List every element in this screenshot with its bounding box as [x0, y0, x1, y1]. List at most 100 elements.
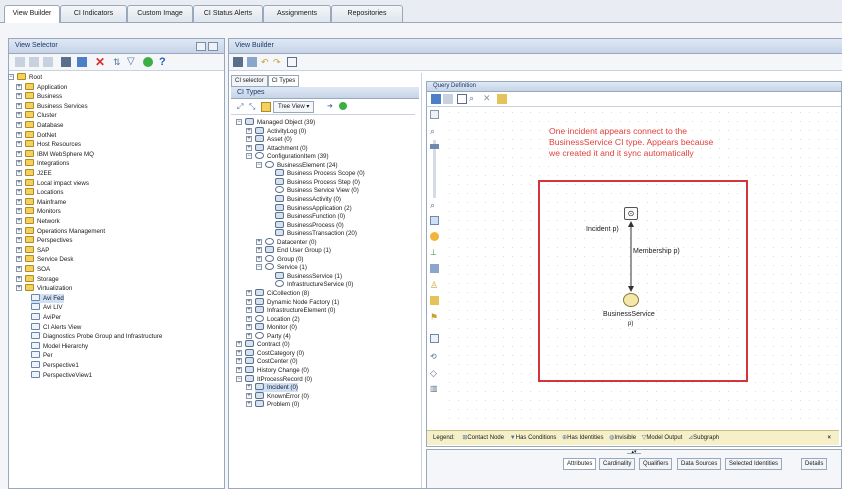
- business-service-node-icon[interactable]: [623, 293, 639, 307]
- business-service-node-label[interactable]: BusinessService: [603, 311, 655, 318]
- tree-item[interactable]: + Virtualization: [16, 284, 72, 293]
- tree-item[interactable]: + Database: [16, 121, 64, 130]
- expand-toggle-icon[interactable]: +: [246, 401, 252, 408]
- tab-details[interactable]: Details: [801, 458, 828, 470]
- tree-item[interactable]: + Host Resources: [16, 140, 81, 149]
- expand-toggle-icon[interactable]: +: [246, 307, 252, 314]
- delete-icon[interactable]: ✕: [483, 93, 493, 103]
- diamond-icon[interactable]: ◇: [430, 368, 437, 379]
- close-legend-icon[interactable]: ×: [827, 431, 831, 445]
- tab-data-sources[interactable]: Data Sources: [677, 458, 722, 470]
- incident-node-icon[interactable]: ⊙: [624, 207, 638, 220]
- node-icon[interactable]: [430, 110, 439, 119]
- flag-icon[interactable]: ⚑: [430, 312, 438, 323]
- tab-custom-image[interactable]: Custom Image: [127, 5, 193, 22]
- tree-item[interactable]: Per: [31, 351, 53, 360]
- hierarchy-icon[interactable]: ⊥: [430, 248, 437, 257]
- redo-icon[interactable]: ↷: [273, 57, 283, 67]
- expand-toggle-icon[interactable]: +: [16, 141, 22, 148]
- expand-toggle-icon[interactable]: −: [256, 161, 262, 168]
- expand-toggle-icon[interactable]: −: [236, 119, 242, 125]
- ci-type-item[interactable]: + Problem (0): [246, 400, 299, 409]
- select-tool-icon[interactable]: [430, 216, 439, 225]
- tree-item[interactable]: AviPer: [31, 313, 61, 322]
- tree-item[interactable]: + Perspectives: [16, 236, 72, 245]
- lock-icon[interactable]: [430, 296, 439, 305]
- tree-item[interactable]: + Operations Management: [16, 226, 105, 236]
- tree-item[interactable]: + Cluster: [16, 111, 57, 120]
- expand-toggle-icon[interactable]: +: [16, 198, 22, 205]
- tree-item[interactable]: + Monitors: [16, 207, 61, 216]
- new-folder-icon[interactable]: [15, 57, 25, 67]
- expand-toggle-icon[interactable]: +: [16, 189, 22, 196]
- table-icon[interactable]: [430, 264, 439, 273]
- properties-icon[interactable]: [77, 57, 87, 67]
- undo-icon[interactable]: ↶: [261, 57, 271, 67]
- tab-assignments[interactable]: Assignments: [263, 5, 331, 22]
- frame-icon[interactable]: [430, 334, 439, 343]
- tree-item[interactable]: + Service Desk: [16, 255, 73, 264]
- tab-cardinality[interactable]: Cardinality: [599, 458, 636, 470]
- filter-icon[interactable]: ▽: [127, 57, 137, 67]
- expand-all-icon[interactable]: ⤢: [237, 102, 243, 112]
- expand-toggle-icon[interactable]: +: [16, 150, 22, 157]
- expand-toggle-icon[interactable]: +: [246, 315, 252, 322]
- expand-toggle-icon[interactable]: −: [236, 375, 242, 382]
- tree-item[interactable]: CI Alerts View: [31, 322, 81, 332]
- tree-item[interactable]: + Storage: [16, 274, 59, 284]
- pan-tool-icon[interactable]: [430, 232, 439, 241]
- membership-label[interactable]: Membership p): [633, 248, 680, 255]
- tree-item[interactable]: + Network: [16, 217, 60, 226]
- expand-toggle-icon[interactable]: +: [246, 332, 252, 339]
- tree-item[interactable]: PerspectiveView1: [31, 370, 92, 380]
- expand-toggle-icon[interactable]: +: [16, 160, 22, 167]
- tab-repositories[interactable]: Repositories: [331, 5, 403, 22]
- tab-attributes[interactable]: Attributes: [563, 458, 597, 470]
- tree-item[interactable]: Avi LIV: [31, 303, 63, 312]
- save-icon[interactable]: [61, 57, 71, 67]
- zoom-icon[interactable]: ⌕: [469, 93, 479, 103]
- collapse-all-icon[interactable]: ⤡: [249, 102, 255, 112]
- tree-item[interactable]: + Business: [16, 92, 62, 101]
- expand-toggle-icon[interactable]: +: [246, 392, 252, 399]
- tree-item[interactable]: + Integrations: [16, 159, 69, 168]
- tree-item[interactable]: + SOA: [16, 265, 50, 274]
- refresh-icon[interactable]: [339, 102, 347, 110]
- expand-toggle-icon[interactable]: −: [246, 153, 252, 160]
- person-icon[interactable]: ♙: [430, 280, 438, 291]
- layout-icon[interactable]: [431, 94, 441, 104]
- expand-toggle-icon[interactable]: −: [8, 74, 14, 80]
- tree-item[interactable]: + SAP: [16, 245, 49, 255]
- zoom-in-icon[interactable]: ⌕: [430, 126, 435, 137]
- minimize-icon[interactable]: [196, 42, 206, 51]
- tab-ci-indicators[interactable]: CI Indicators: [60, 5, 127, 22]
- expand-toggle-icon[interactable]: +: [16, 275, 22, 282]
- refresh-icon[interactable]: [143, 57, 153, 67]
- tree-view-dropdown[interactable]: Tree View ▾: [273, 101, 315, 113]
- fit-icon[interactable]: [443, 94, 453, 104]
- expand-toggle-icon[interactable]: +: [236, 341, 242, 348]
- link-icon[interactable]: ⟲: [430, 352, 437, 361]
- chart-icon[interactable]: ▥: [430, 384, 438, 393]
- save-icon[interactable]: [233, 57, 243, 67]
- tab-view-builder[interactable]: View Builder: [4, 5, 60, 23]
- expand-toggle-icon[interactable]: +: [16, 83, 22, 90]
- expand-toggle-icon[interactable]: +: [16, 179, 22, 186]
- tree-item[interactable]: Perspective1: [31, 361, 79, 370]
- properties-icon[interactable]: [497, 94, 507, 104]
- tree-item[interactable]: + DotNet: [16, 130, 56, 140]
- tree-item[interactable]: Model Hierarchy: [31, 341, 88, 351]
- expand-toggle-icon[interactable]: +: [16, 266, 22, 272]
- print-icon[interactable]: [457, 94, 467, 104]
- expand-toggle-icon[interactable]: +: [16, 208, 22, 215]
- expand-toggle-icon[interactable]: +: [236, 366, 242, 373]
- tree-item[interactable]: + Business Services: [16, 101, 88, 111]
- expand-toggle-icon[interactable]: +: [16, 112, 22, 119]
- expand-toggle-icon[interactable]: +: [246, 298, 252, 305]
- maximize-icon[interactable]: [208, 42, 218, 51]
- tree-item[interactable]: + Application: [16, 82, 67, 92]
- tab-ci-status-alerts[interactable]: CI Status Alerts: [193, 5, 263, 22]
- sort-icon[interactable]: ⇅: [113, 57, 123, 67]
- expand-toggle-icon[interactable]: +: [246, 144, 252, 151]
- tab-ci-selector[interactable]: CI selector: [231, 75, 268, 87]
